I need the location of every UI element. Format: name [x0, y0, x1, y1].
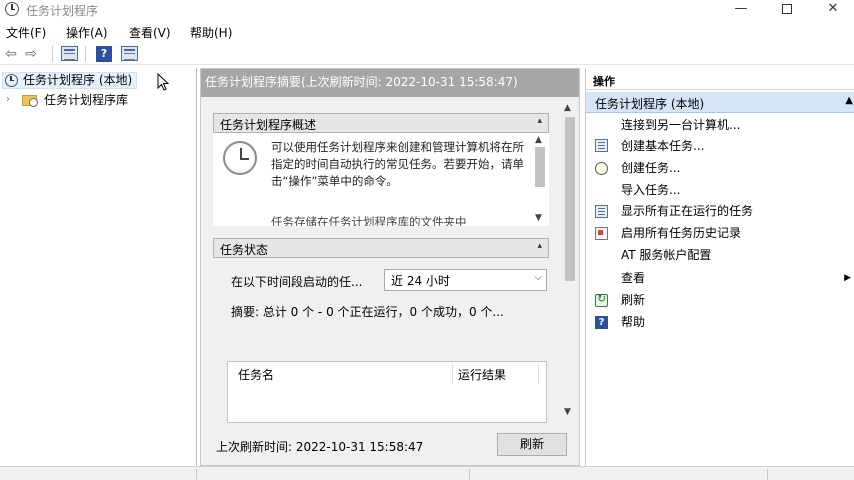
last-refresh-time: 上次刷新时间: 2022-10-31 15:58:47 [216, 440, 424, 454]
task-status-table[interactable]: 任务名 运行结果 [227, 361, 547, 423]
actions-group-label: 任务计划程序 (本地) [595, 97, 705, 111]
create-task-icon [595, 162, 608, 175]
history-icon [595, 227, 608, 240]
action-connect-computer[interactable]: 连接到另一台计算机... [621, 116, 740, 134]
action-refresh[interactable]: 刷新 [621, 291, 645, 309]
status-bar-separator [196, 469, 197, 480]
chevron-down-icon: ⌵ [534, 272, 542, 283]
summary-scrollbar[interactable]: ▲ ▼ [563, 101, 577, 421]
column-divider [452, 364, 453, 384]
column-divider [538, 364, 539, 384]
overview-text-more: 任务存储在任务计划程序库的文件夹中 [271, 215, 467, 226]
column-header-task-name[interactable]: 任务名 [238, 366, 274, 383]
window-title: 任务计划程序 [26, 4, 99, 18]
show-hide-action-pane-icon[interactable] [121, 46, 138, 61]
summary-pane: 任务计划程序摘要(上次刷新时间: 2022-10-31 15:58:47) 任务… [200, 68, 580, 466]
toolbar-separator [52, 46, 53, 62]
maximize-button[interactable] [764, 0, 810, 20]
create-basic-task-icon [595, 139, 608, 152]
action-help[interactable]: 帮助 [621, 313, 645, 331]
period-select-value: 近 24 小时 [391, 274, 450, 288]
show-hide-console-tree-icon[interactable] [61, 46, 78, 61]
help-icon: ? [595, 316, 608, 329]
collapse-icon[interactable]: ▲ [845, 95, 853, 106]
folder-clock-icon [22, 95, 38, 107]
scroll-up-icon[interactable]: ▲ [564, 103, 571, 113]
status-bar [0, 466, 854, 480]
task-status-title: 任务状态 [220, 243, 269, 257]
action-create-task[interactable]: 创建任务... [621, 159, 680, 177]
status-bar-separator [767, 469, 768, 480]
menu-help[interactable]: 帮助(H) [190, 24, 232, 41]
action-view-label: 查看 [621, 271, 646, 285]
scroll-down-icon[interactable]: ▼ [564, 407, 571, 417]
actions-title: 操作 [586, 68, 854, 90]
task-summary: 摘要: 总计 0 个 - 0 个正在运行，0 个成功，0 个... [231, 305, 504, 319]
menu-action[interactable]: 操作(A) [66, 24, 108, 41]
menu-view[interactable]: 查看(V) [129, 24, 171, 41]
menu-file[interactable]: 文件(F) [6, 24, 46, 41]
toolbar-separator [85, 46, 86, 62]
actions-group-header[interactable]: 任务计划程序 (本地) ▲ [586, 92, 854, 113]
task-scheduler-icon [5, 2, 19, 16]
action-view[interactable]: 查看 [621, 269, 849, 287]
menu-bar: 文件(F) 操作(A) 查看(V) 帮助(H) [0, 24, 854, 42]
period-select[interactable]: 近 24 小时 ⌵ [384, 269, 547, 291]
running-tasks-icon [595, 205, 608, 218]
clock-icon [5, 74, 18, 87]
status-bar-separator [469, 469, 470, 480]
maximize-icon [782, 4, 792, 14]
chevron-right-icon[interactable]: › [6, 92, 10, 108]
overview-content: 可以使用任务计划程序来创建和管理计算机将在所指定的时间自动执行的常见任务。若要开… [213, 133, 549, 226]
action-at-service-config[interactable]: AT 服务帐户配置 [621, 246, 711, 264]
mouse-cursor-icon [157, 73, 169, 91]
action-enable-history[interactable]: 启用所有任务历史记录 [621, 224, 741, 242]
summary-header: 任务计划程序摘要(上次刷新时间: 2022-10-31 15:58:47) [201, 69, 579, 97]
actions-pane: 操作 任务计划程序 (本地) ▲ 连接到另一台计算机... 创建基本任务... … [585, 68, 854, 466]
submenu-arrow-icon[interactable]: ▶ [844, 273, 851, 283]
column-header-run-result[interactable]: 运行结果 [458, 366, 506, 383]
scroll-down-icon[interactable]: ▼ [535, 213, 542, 223]
forward-arrow-icon[interactable]: ⇨ [22, 46, 40, 62]
help-icon[interactable]: ? [96, 46, 112, 62]
collapse-icon[interactable]: ▴ [537, 241, 542, 251]
scroll-up-icon[interactable]: ▲ [535, 135, 542, 145]
tree-item-task-scheduler-local[interactable]: 任务计划程序 (本地) [2, 72, 138, 89]
action-create-basic-task[interactable]: 创建基本任务... [621, 137, 704, 155]
minimize-button[interactable]: — [718, 0, 764, 20]
tree-item-label: 任务计划程序库 [44, 93, 129, 107]
back-arrow-icon[interactable]: ⇦ [2, 46, 20, 62]
refresh-button[interactable]: 刷新 [497, 433, 567, 456]
period-label: 在以下时间段启动的任... [231, 275, 363, 289]
scroll-thumb[interactable] [565, 117, 575, 281]
console-tree: 任务计划程序 (本地) › 任务计划程序库 [0, 68, 197, 466]
overview-title: 任务计划程序概述 [220, 118, 317, 132]
toolbar: ⇦ ⇨ ? [0, 43, 854, 65]
task-status-section-header[interactable]: 任务状态 ▴ [213, 238, 549, 258]
scroll-thumb[interactable] [535, 147, 545, 187]
tree-item-label: 任务计划程序 (本地) [23, 73, 133, 87]
close-button[interactable]: ✕ [810, 0, 854, 20]
overview-scrollbar[interactable]: ▲ ▼ [533, 133, 547, 226]
collapse-icon[interactable]: ▴ [537, 116, 542, 126]
refresh-icon [595, 292, 608, 307]
overview-section-header[interactable]: 任务计划程序概述 ▴ [213, 113, 549, 133]
overview-text: 可以使用任务计划程序来创建和管理计算机将在所指定的时间自动执行的常见任务。若要开… [271, 140, 524, 188]
title-bar: 任务计划程序 — ✕ [0, 0, 854, 20]
action-show-running-tasks[interactable]: 显示所有正在运行的任务 [621, 202, 753, 220]
task-scheduler-clock-icon [223, 141, 257, 175]
action-import-task[interactable]: 导入任务... [621, 181, 680, 199]
